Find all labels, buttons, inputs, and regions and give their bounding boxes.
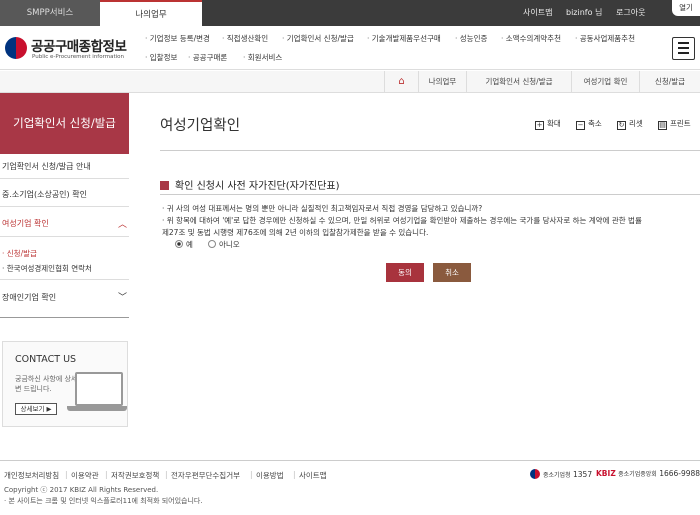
sidebar-sub-contact[interactable]: · 한국여성경제인협회 연락처 bbox=[2, 263, 92, 274]
top-bar: SMPP서비스 나의업무 사이트맵 bizinfo 님 로그아웃 열기 bbox=[0, 0, 700, 26]
laptop-base-icon bbox=[67, 406, 127, 411]
section-title: 확인 신청시 사전 자가진단(자가진단표) bbox=[160, 177, 340, 192]
util-user-link[interactable]: bizinfo 님 bbox=[566, 0, 602, 26]
menu-tech-purchase[interactable]: 기술개발제품우선구매 bbox=[367, 33, 441, 44]
reset-button[interactable]: ↻ 리셋 bbox=[617, 118, 643, 130]
util-sitemap-link[interactable]: 사이트맵 bbox=[523, 0, 552, 26]
util-logout-link[interactable]: 로그아웃 bbox=[616, 0, 645, 26]
footer-notice: · 본 사이트는 크롬 및 인터넷 익스플로러11에 최적화 되어있습니다. bbox=[4, 497, 203, 505]
page-title: 여성기업확인 bbox=[160, 118, 241, 134]
cancel-button[interactable]: 취소 bbox=[433, 263, 471, 282]
section-title-text: 확인 신청시 사전 자가진단(자가진단표) bbox=[175, 181, 340, 192]
radio-yes-dot[interactable] bbox=[175, 240, 183, 248]
footer-sitemap-link[interactable]: 사이트맵 bbox=[299, 470, 327, 481]
footer-copyright-policy-link[interactable]: 저작권보호정책 bbox=[111, 470, 159, 481]
sidebar-item-guide[interactable]: 기업확인서 신청/발급 안내 bbox=[2, 161, 91, 172]
menu-performance-cert[interactable]: 성능인증 bbox=[455, 33, 488, 44]
home-icon[interactable]: ⌂ bbox=[384, 71, 418, 93]
breadcrumb-certificate[interactable]: 기업확인서 신청/발급 bbox=[466, 71, 571, 93]
footer-usage-link[interactable]: 이용방법 bbox=[256, 470, 284, 481]
print-button[interactable]: ▤ 프린트 bbox=[658, 118, 691, 130]
call2-num: 1666-9988 bbox=[659, 469, 700, 478]
smba-logo-icon bbox=[530, 469, 540, 479]
tab-smpp-service[interactable]: SMPP서비스 bbox=[0, 0, 100, 26]
footer-call-kbiz: KBIZ 중소기업중앙회 1666-9988 bbox=[596, 469, 700, 478]
menu-certificate-apply[interactable]: 기업확인서 신청/발급 bbox=[282, 33, 354, 44]
sidebar-item-sme[interactable]: 중.소기업(소상공인) 확인 bbox=[2, 189, 87, 200]
menu-direct-production[interactable]: 직접생산확인 bbox=[222, 33, 268, 44]
menu-bid-info[interactable]: 입찰정보 bbox=[145, 52, 178, 63]
sidebar-item-disabled[interactable]: 장애인기업 확인 bbox=[2, 292, 56, 303]
contact-detail-button[interactable]: 상세보기 ▶ bbox=[15, 403, 57, 415]
hamburger-menu-icon[interactable] bbox=[672, 37, 695, 60]
contact-us-box: CONTACT US 궁금하신 사항에 상세히 답변 드립니다. 상세보기 ▶ bbox=[2, 341, 128, 427]
question-3: 제27조 및 동법 시행령 제76조에 의해 2년 이하의 입찰참가제한을 받을… bbox=[162, 228, 429, 237]
open-label: 열기 bbox=[679, 3, 693, 12]
sidebar-item-women[interactable]: 여성기업 확인 bbox=[2, 218, 49, 229]
sidebar-title: 기업확인서 신청/발급 bbox=[0, 93, 129, 154]
radio-no-label: 아니오 bbox=[219, 240, 240, 249]
print-label: 프린트 bbox=[670, 119, 691, 128]
menu-procurement-loan[interactable]: 공공구매론 bbox=[188, 52, 228, 63]
breadcrumb-apply[interactable]: 신청/발급 bbox=[639, 71, 700, 93]
chevron-down-icon[interactable]: ﹀ bbox=[118, 290, 127, 303]
open-button[interactable]: 열기 bbox=[672, 0, 700, 16]
radio-yes[interactable]: 예 bbox=[175, 239, 193, 250]
breadcrumb: ⌂ 나의업무 기업확인서 신청/발급 여성기업 확인 신청/발급 bbox=[0, 71, 700, 93]
reset-label: 리셋 bbox=[629, 119, 643, 128]
menu-joint-product[interactable]: 공동사업제품추천 bbox=[575, 33, 635, 44]
footer-terms-link[interactable]: 이용약관 bbox=[71, 470, 99, 481]
breadcrumb-my-work[interactable]: 나의업무 bbox=[418, 71, 466, 93]
radio-no-dot[interactable] bbox=[208, 240, 216, 248]
footer-call-smba: 중소기업청 1357 bbox=[530, 469, 592, 479]
call1-num: 1357 bbox=[573, 470, 593, 479]
zoom-in-button[interactable]: + 확대 bbox=[535, 118, 561, 130]
call1-label: 중소기업청 bbox=[543, 472, 571, 479]
laptop-icon bbox=[75, 372, 123, 406]
breadcrumb-women-company[interactable]: 여성기업 확인 bbox=[571, 71, 639, 93]
zoom-out-button[interactable]: − 축소 bbox=[576, 118, 602, 130]
kbiz-logo-icon: KBIZ bbox=[596, 469, 616, 478]
footer-copyright: Copyright ⓒ 2017 KBIZ All Rights Reserve… bbox=[4, 486, 159, 494]
chevron-up-icon[interactable]: ︿ bbox=[118, 217, 127, 230]
menu-member-service[interactable]: 회원서비스 bbox=[243, 52, 283, 63]
call2-sub: 중소기업중앙회 bbox=[618, 471, 657, 478]
print-icon: ▤ bbox=[658, 121, 667, 130]
radio-no[interactable]: 아니오 bbox=[208, 239, 240, 250]
menu-small-contract[interactable]: 소액수의계약추천 bbox=[501, 33, 561, 44]
tab-my-work[interactable]: 나의업무 bbox=[100, 0, 202, 26]
zoom-out-label: 축소 bbox=[588, 119, 602, 128]
footer-email-link[interactable]: 전자우편무단수집거부 bbox=[171, 470, 240, 481]
menu-company-info[interactable]: 기업정보 등록/변경 bbox=[145, 33, 210, 44]
question-1: · 귀 사의 여성 대표께서는 명의 뿐만 아니라 실질적인 최고책임자로서 직… bbox=[162, 204, 483, 213]
footer-privacy-link[interactable]: 개인정보처리방침 bbox=[4, 470, 59, 481]
sidebar-sub-apply[interactable]: · 신청/발급 bbox=[2, 248, 37, 259]
zoom-in-label: 확대 bbox=[547, 119, 561, 128]
logo-subtitle: Public e-Procurement information bbox=[32, 54, 125, 60]
question-2: · 위 항목에 대하여 '예'로 답한 경우에만 신청하실 수 있으며, 만일 … bbox=[162, 216, 642, 225]
zoom-in-icon: + bbox=[535, 121, 544, 130]
zoom-out-icon: − bbox=[576, 121, 585, 130]
logo-title[interactable]: 공공구매종합정보 bbox=[31, 35, 127, 55]
radio-yes-label: 예 bbox=[186, 240, 193, 249]
contact-title: CONTACT US bbox=[15, 354, 77, 365]
reset-icon: ↻ bbox=[617, 121, 626, 130]
government-logo-icon[interactable] bbox=[5, 37, 27, 59]
section-square-icon bbox=[160, 181, 169, 190]
agree-button[interactable]: 동의 bbox=[386, 263, 424, 282]
header: 공공구매종합정보 Public e-Procurement informatio… bbox=[0, 26, 700, 70]
